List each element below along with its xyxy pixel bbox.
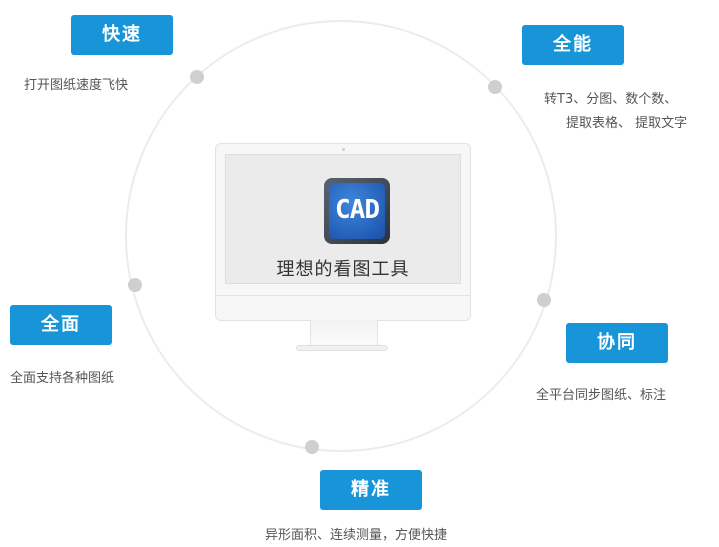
cad-logo-icon: CAD [324,178,390,244]
ring-node-fast [190,70,204,84]
feature-desc-full: 全面支持各种图纸 [10,371,115,386]
ring-node-capable [488,80,502,94]
feature-desc-precise: 异形面积、连续测量，方便快捷 [265,528,448,543]
feature-desc-collab: 全平台同步图纸、标注 [536,388,667,403]
feature-badge-precise: 精准 [320,470,422,510]
monitor-chin [216,295,470,296]
feature-badge-collab: 协同 [566,323,668,363]
monitor-base [296,345,388,351]
feature-badge-capable: 全能 [522,25,624,65]
feature-desc-fast: 打开图纸速度飞快 [24,78,129,93]
ring-node-full [128,278,142,292]
cad-logo-text: CAD [335,195,380,225]
feature-badge-fast: 快速 [71,15,173,55]
ring-node-collab [537,293,551,307]
monitor-stand [310,320,378,346]
feature-desc-capable-line2: 提取表格、 提取文字 [566,116,688,131]
monitor-camera [342,148,345,151]
feature-badge-full: 全面 [10,305,112,345]
ring-node-precise [305,440,319,454]
product-tagline: 理想的看图工具 [276,259,410,280]
monitor-illustration: CAD 理想的看图工具 [215,143,471,321]
feature-desc-capable-line1: 转T3、分图、数个数、 [544,92,678,107]
monitor-screen: CAD 理想的看图工具 [225,154,461,284]
